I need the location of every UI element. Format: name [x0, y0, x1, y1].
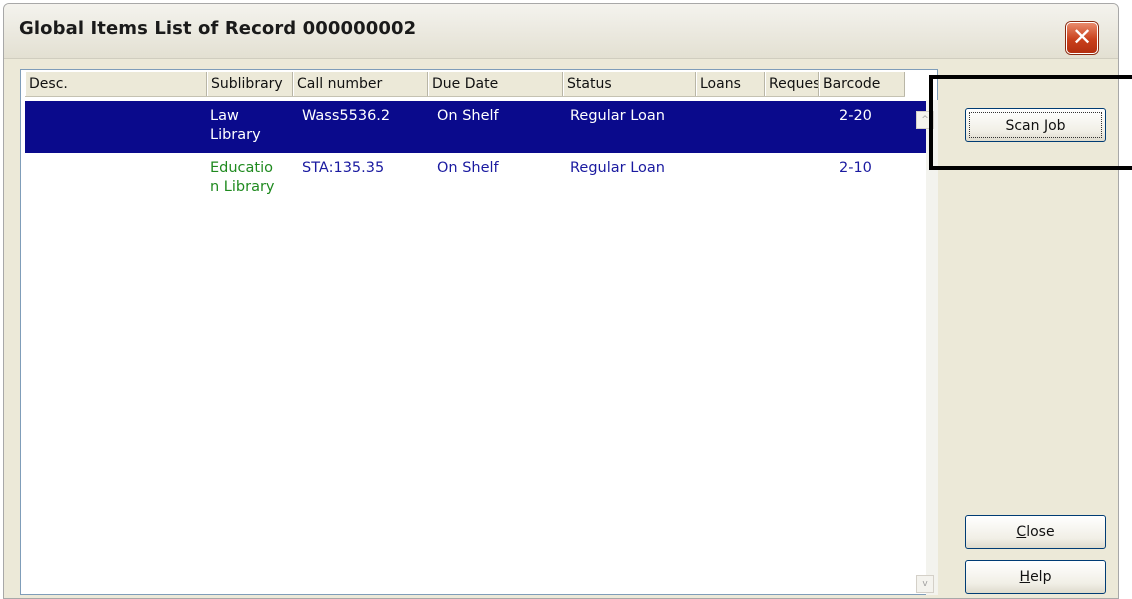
table-row[interactable]: Law Library Wass5536.2 On Shelf Regular …: [25, 101, 931, 153]
window-title: Global Items List of Record 000000002: [19, 18, 417, 39]
cell-due-date: On Shelf: [437, 108, 499, 124]
help-hotkey: H: [1019, 569, 1031, 585]
vertical-scrollbar[interactable]: [926, 100, 938, 595]
column-header-status[interactable]: Status: [563, 72, 696, 96]
help-label: elp: [1030, 569, 1052, 585]
close-window-icon[interactable]: ✕: [1066, 22, 1098, 54]
title-bar: Global Items List of Record 000000002 ✕: [4, 4, 1118, 59]
column-header-requests[interactable]: Reques: [765, 72, 819, 96]
cell-status: Regular Loan: [570, 160, 665, 176]
help-button[interactable]: Help: [965, 560, 1106, 594]
sublibrary-line: Law: [210, 108, 239, 124]
cell-due-date: On Shelf: [437, 160, 499, 176]
cell-status: Regular Loan: [570, 108, 665, 124]
column-header-call-number[interactable]: Call number: [293, 72, 428, 96]
sublibrary-line: Educatio: [210, 160, 273, 176]
column-header-desc[interactable]: Desc.: [25, 72, 207, 96]
cell-barcode: 2-20: [839, 108, 872, 124]
cell-call-number: Wass5536.2: [302, 108, 391, 124]
cell-sublibrary: Law Library: [210, 107, 261, 145]
cell-sublibrary: Educatio n Library: [210, 159, 275, 197]
column-header-sublibrary[interactable]: Sublibrary: [207, 72, 293, 96]
close-label: lose: [1026, 524, 1055, 540]
scroll-down-icon[interactable]: v: [916, 575, 934, 593]
close-button[interactable]: Close: [965, 515, 1106, 549]
close-hotkey: C: [1016, 524, 1027, 540]
column-header-loans[interactable]: Loans: [696, 72, 765, 96]
column-header-barcode[interactable]: Barcode: [819, 72, 905, 96]
annotation-highlight-box: [929, 75, 1132, 170]
table-row[interactable]: Educatio n Library STA:135.35 On Shelf R…: [25, 153, 931, 205]
cell-barcode: 2-10: [839, 160, 872, 176]
table-header: Desc. Sublibrary Call number Due Date St…: [25, 72, 905, 97]
items-table: Desc. Sublibrary Call number Due Date St…: [20, 69, 938, 595]
sublibrary-line: n Library: [210, 179, 275, 195]
cell-call-number: STA:135.35: [302, 160, 385, 176]
column-header-due-date[interactable]: Due Date: [428, 72, 563, 96]
sublibrary-line: Library: [210, 127, 261, 143]
